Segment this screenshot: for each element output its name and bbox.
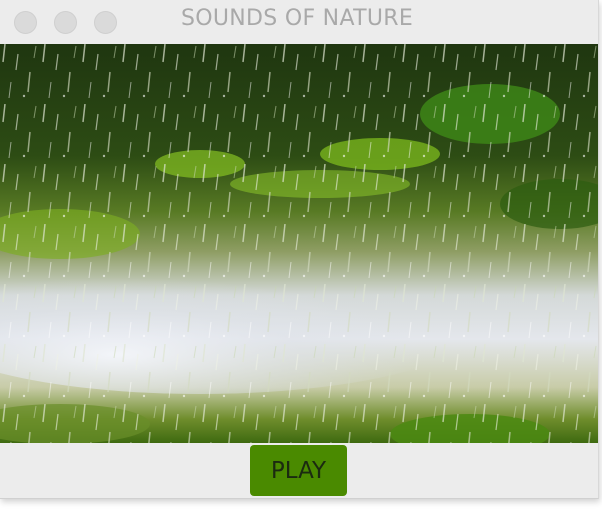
play-button[interactable]: PLAY [250, 445, 347, 496]
window-title: SOUNDS OF NATURE [180, 6, 414, 31]
app-window: SOUNDS OF NATURE PLAY [0, 0, 599, 499]
title-bar: SOUNDS OF NATURE [0, 0, 598, 44]
controls-bar: PLAY [0, 443, 598, 498]
nature-video-view [0, 44, 598, 443]
rain-scene-image [0, 44, 598, 443]
